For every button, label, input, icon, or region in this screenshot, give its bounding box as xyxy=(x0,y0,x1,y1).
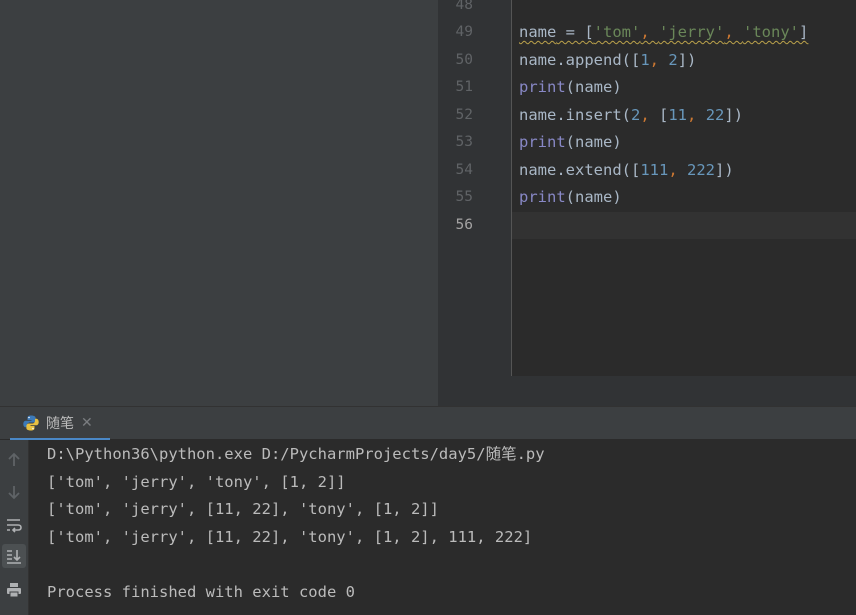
line-number: 49 xyxy=(455,24,473,40)
code-line-49[interactable]: name = ['tom', 'jerry', 'tony'] xyxy=(519,19,808,46)
code-text: ]) xyxy=(715,161,734,179)
code-text: (name) xyxy=(565,133,622,151)
code-text: ]) xyxy=(677,51,697,69)
comma: , xyxy=(640,23,660,41)
editor-bottom-strip xyxy=(438,376,856,406)
console-command-line: D:\Python36\python.exe D:/PycharmProject… xyxy=(47,445,545,463)
code-line-50[interactable]: name.append([1, 2]) xyxy=(519,47,696,74)
builtin-print: print xyxy=(519,188,566,206)
console-exit-status: Process finished with exit code 0 xyxy=(47,583,355,601)
operator: = xyxy=(556,23,585,41)
line-number: 50 xyxy=(455,52,473,68)
string-literal: 'tony' xyxy=(743,23,800,41)
comma: , xyxy=(724,23,744,41)
code-line-55[interactable]: print(name) xyxy=(519,184,622,211)
bracket: [ xyxy=(584,23,594,41)
code-line-54[interactable]: name.extend([111, 222]) xyxy=(519,157,734,184)
code-text: (name) xyxy=(565,78,622,96)
bracket: ] xyxy=(799,23,809,41)
comma: , xyxy=(649,51,669,69)
run-panel-header: 随笔 ✕ xyxy=(0,406,856,441)
code-text: name.insert( xyxy=(519,106,631,124)
number-literal: 222 xyxy=(687,161,715,179)
number-literal: 2 xyxy=(630,106,641,124)
scroll-to-end-icon[interactable] xyxy=(2,544,26,568)
string-literal: 'tom' xyxy=(593,23,641,41)
number-literal: 22 xyxy=(705,106,725,124)
run-toolbar xyxy=(0,440,29,615)
code-text: ]) xyxy=(724,106,744,124)
comma: , xyxy=(687,106,706,124)
code-line-53[interactable]: print(name) xyxy=(519,129,622,156)
code-editor[interactable]: 48 49 50 51 52 53 54 55 56 name = ['tom'… xyxy=(438,0,856,406)
code-line-51[interactable]: print(name) xyxy=(519,74,622,101)
console-line: ['tom', 'jerry', [11, 22], 'tony', [1, 2… xyxy=(47,528,533,546)
number-literal: 1 xyxy=(640,51,650,69)
python-icon xyxy=(23,415,39,430)
line-number: 54 xyxy=(455,162,473,178)
current-line-highlight xyxy=(512,212,856,239)
line-number: 53 xyxy=(455,134,473,150)
line-number: 55 xyxy=(455,189,473,205)
builtin-print: print xyxy=(519,133,566,151)
line-number-current: 56 xyxy=(455,217,473,233)
number-literal: 11 xyxy=(668,106,688,124)
identifier: name xyxy=(519,23,557,41)
run-tab[interactable]: 随笔 ✕ xyxy=(10,407,110,441)
code-text: name.append([ xyxy=(519,51,641,69)
soft-wrap-icon[interactable] xyxy=(2,513,26,537)
string-literal: 'jerry' xyxy=(659,23,725,41)
print-icon[interactable] xyxy=(2,578,26,602)
line-number: 48 xyxy=(455,0,473,13)
console-line: ['tom', 'jerry', [11, 22], 'tony', [1, 2… xyxy=(47,500,439,518)
code-text: name.extend([ xyxy=(519,161,641,179)
comma: , xyxy=(640,106,659,124)
project-panel xyxy=(0,0,438,406)
builtin-print: print xyxy=(519,78,566,96)
comma: , xyxy=(668,161,687,179)
rerun-down-icon[interactable] xyxy=(2,480,26,504)
console-output[interactable]: D:\Python36\python.exe D:/PycharmProject… xyxy=(29,440,856,615)
run-tab-label: 随笔 xyxy=(46,415,74,432)
code-line-52[interactable]: name.insert(2, [11, 22]) xyxy=(519,102,743,129)
rerun-up-icon[interactable] xyxy=(2,448,26,472)
bracket: [ xyxy=(659,106,669,124)
number-literal: 111 xyxy=(640,161,669,179)
number-literal: 2 xyxy=(668,51,678,69)
line-number: 52 xyxy=(455,107,473,123)
console-line: ['tom', 'jerry', 'tony', [1, 2]] xyxy=(47,473,346,491)
code-text: (name) xyxy=(565,188,622,206)
line-number: 51 xyxy=(455,79,473,95)
line-number-gutter: 48 49 50 51 52 53 54 55 56 xyxy=(438,0,512,376)
close-icon[interactable]: ✕ xyxy=(81,415,93,431)
